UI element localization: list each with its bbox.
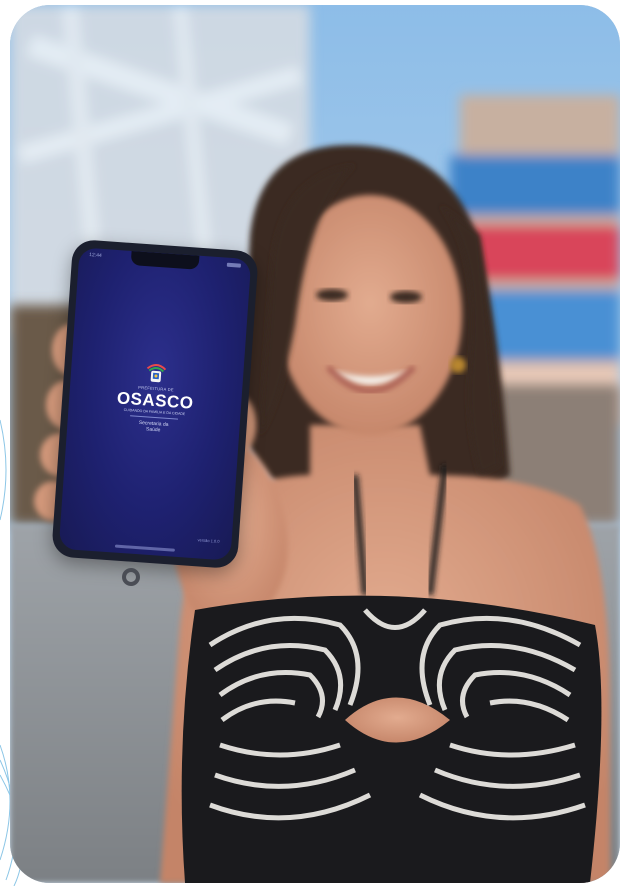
photo: 12:44 PREFEITURA DE OSASCO CUIDANDO DA F… [10, 5, 620, 883]
status-time: 12:44 [89, 252, 102, 259]
battery-icon [226, 262, 241, 268]
smartphone: 12:44 PREFEITURA DE OSASCO CUIDANDO DA F… [51, 238, 259, 570]
phone-screen: 12:44 PREFEITURA DE OSASCO CUIDANDO DA F… [58, 247, 252, 561]
osasco-emblem-icon [146, 364, 167, 383]
phone-lanyard-ring [122, 568, 140, 586]
page: 12:44 PREFEITURA DE OSASCO CUIDANDO DA F… [0, 0, 623, 886]
home-indicator [114, 544, 175, 552]
phone-notch [130, 250, 200, 270]
department-label: Secretaria da Saúde [67, 415, 239, 439]
app-version: versão 1.0.0 [197, 537, 220, 544]
